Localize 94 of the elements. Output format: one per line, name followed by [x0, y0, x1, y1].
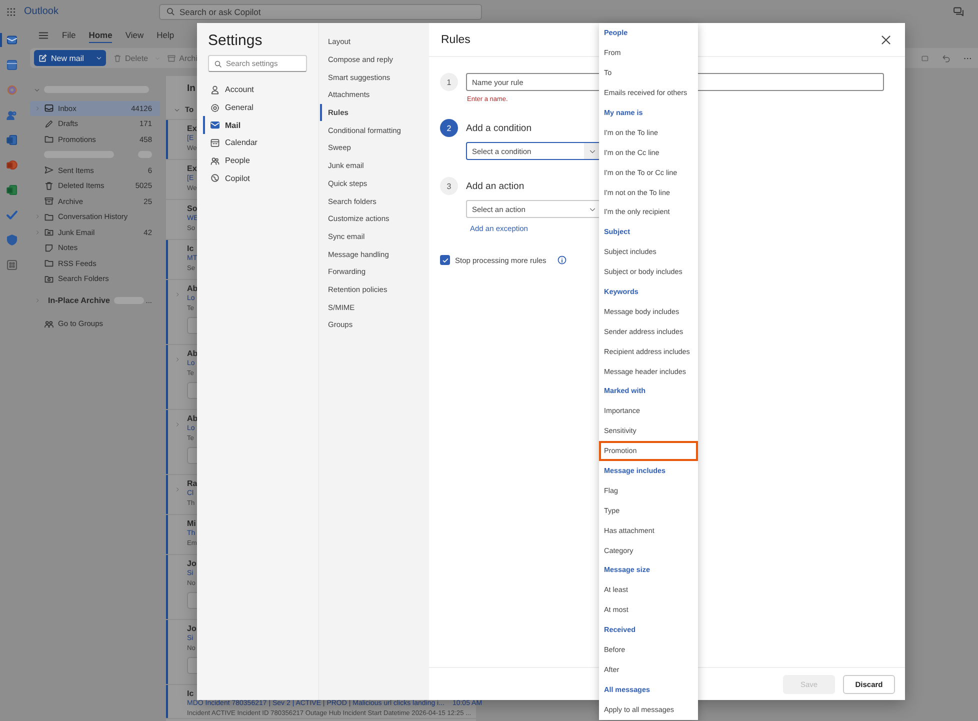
pencil-icon	[44, 118, 54, 129]
attachment-chip[interactable]	[187, 592, 197, 609]
ribbon-tab[interactable]: View	[125, 28, 144, 43]
trash-icon	[44, 180, 54, 191]
rules-title: Rules	[441, 34, 470, 46]
people-icon	[44, 318, 54, 329]
attachment-chip[interactable]	[187, 447, 197, 464]
settings-nav-item[interactable]: General	[203, 98, 307, 116]
search-icon	[214, 60, 222, 68]
step-number: 2	[440, 119, 458, 137]
settings-nav-item[interactable]: Mail	[203, 116, 307, 134]
calendar-icon	[6, 59, 18, 71]
message-list-title: In	[187, 82, 196, 94]
sender-name: Jo	[187, 558, 196, 569]
settings-nav-item[interactable]: Calendar	[203, 134, 307, 152]
chevron-icon	[34, 214, 40, 220]
close-icon	[880, 34, 892, 46]
people-icon	[6, 109, 18, 121]
sender-name: Ex	[187, 123, 197, 134]
shield-icon	[6, 234, 18, 246]
menu-icon	[38, 30, 49, 41]
chevron-icon	[34, 86, 40, 93]
tag-icon	[921, 54, 930, 62]
step-number: 3	[440, 177, 458, 195]
ribbon-tab[interactable]: File	[62, 28, 76, 43]
settings-nav-item[interactable]: Copilot	[203, 169, 307, 188]
paper-plane-icon	[44, 165, 54, 176]
checkbox[interactable]	[440, 255, 450, 265]
app-title: Outlook	[24, 6, 58, 17]
sender-name: Ab	[187, 348, 198, 359]
sender-name: Ex	[187, 163, 197, 174]
archive-section-title[interactable]: In-Place Archive	[48, 296, 110, 305]
sender-name: Ic	[187, 243, 194, 254]
note-icon	[44, 242, 54, 253]
document-app-icon	[6, 134, 18, 146]
sender-name: Jo	[187, 623, 196, 634]
slides-app-icon	[6, 159, 18, 171]
folder-icon	[44, 134, 54, 144]
sender-name: So	[187, 203, 198, 214]
chevron-icon	[174, 106, 180, 112]
chevron-icon	[588, 206, 596, 212]
settings-nav-item[interactable]: Account	[203, 81, 307, 99]
compose-icon	[38, 54, 47, 62]
step-title: Add a condition	[466, 122, 532, 134]
spreadsheet-app-icon	[6, 184, 18, 196]
ribbon-tab[interactable]: Help	[156, 28, 174, 43]
folder-icon	[44, 258, 54, 268]
attachment-chip[interactable]	[187, 317, 197, 334]
new-mail-button[interactable]: New mail	[34, 50, 106, 66]
step-number: 1	[440, 73, 458, 91]
chevron-icon	[175, 422, 180, 427]
sender-name: Ic	[187, 688, 194, 699]
attachment-chip[interactable]	[187, 657, 197, 674]
trash-icon	[113, 54, 122, 62]
chevron-icon	[155, 56, 160, 60]
search-field[interactable]: Search or ask Copilot	[159, 4, 482, 20]
chevron-icon	[34, 230, 40, 235]
search-icon	[166, 7, 176, 16]
inbox-icon	[44, 103, 54, 114]
settings-nav-item[interactable]: People	[203, 152, 307, 170]
checkmark-icon	[442, 256, 448, 264]
ribbon-tab[interactable]: Home	[88, 28, 112, 43]
archive-box-icon	[167, 54, 176, 62]
mail-icon	[210, 120, 220, 130]
folder-icon	[44, 212, 54, 222]
mail-icon	[6, 34, 18, 46]
chevron-icon	[175, 292, 180, 297]
undo-icon	[942, 54, 951, 62]
sender-name: Ab	[187, 283, 198, 294]
chevron-icon	[34, 106, 40, 111]
sender-name: Ra	[187, 478, 198, 489]
close-button[interactable]	[880, 34, 892, 46]
sender-name: Mi	[187, 518, 196, 529]
chevron-icon	[175, 487, 180, 492]
chevron-icon	[588, 148, 596, 154]
chevron-icon	[175, 357, 180, 362]
person-icon	[210, 84, 220, 95]
chevron-icon	[96, 55, 102, 61]
junk-folder-icon	[44, 227, 54, 238]
info-icon	[557, 255, 568, 265]
archive-box-icon	[44, 196, 54, 206]
attachment-chip[interactable]	[187, 382, 197, 399]
search-folder-icon	[44, 274, 54, 284]
settings-title: Settings	[207, 32, 264, 49]
calendar-icon	[210, 138, 220, 148]
step-title: Add an action	[466, 180, 524, 192]
checkmark-icon	[6, 209, 18, 221]
chat-icon	[953, 6, 964, 17]
app-launcher-icon	[6, 6, 16, 16]
sender-name: Ab	[187, 413, 198, 424]
chevron-icon	[34, 298, 40, 303]
settings-icon	[210, 102, 220, 113]
people-icon	[210, 156, 220, 166]
apps-icon	[6, 259, 18, 271]
